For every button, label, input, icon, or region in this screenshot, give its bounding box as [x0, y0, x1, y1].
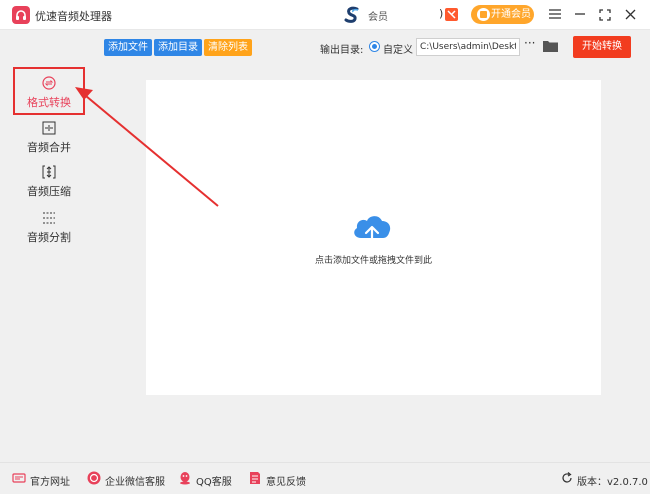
sidebar-item-label: 音频分割	[27, 231, 71, 244]
open-vip-label: 开通会员	[491, 9, 531, 20]
sidebar-item-label: 音频压缩	[27, 185, 71, 198]
sidebar-item-audio-split[interactable]: 音频分割	[0, 211, 98, 253]
file-drop-area[interactable]: 点击添加文件或拖拽文件到此	[146, 80, 601, 395]
website-icon	[12, 473, 26, 483]
feedback-link[interactable]: 意见反馈	[266, 473, 306, 488]
vip-icon	[477, 8, 490, 21]
add-file-button[interactable]: 添加文件	[104, 39, 152, 56]
start-convert-button[interactable]: 开始转换	[573, 36, 631, 58]
custom-radio-label: 自定义	[383, 45, 413, 56]
minimize-button[interactable]	[570, 5, 590, 25]
browse-more-button[interactable]: ···	[524, 36, 535, 50]
sidebar-item-label: 音频合并	[27, 141, 71, 154]
open-vip-button[interactable]: 开通会员	[471, 5, 534, 24]
audio-merge-icon	[42, 121, 56, 135]
feedback-icon	[250, 472, 260, 484]
wechat-icon	[87, 471, 101, 485]
member-label: 会员	[368, 12, 388, 23]
format-convert-icon	[42, 76, 56, 90]
output-path-field[interactable]	[416, 38, 520, 56]
wechat-support-link[interactable]: 企业微信客服	[105, 473, 165, 488]
version-label: 版本：v2.0.7.0	[577, 477, 648, 488]
custom-radio[interactable]	[369, 41, 380, 52]
sidebar-item-audio-merge[interactable]: 音频合并	[0, 121, 98, 163]
hamburger-menu-icon	[549, 9, 561, 19]
sidebar-item-format-convert[interactable]: 格式转换	[0, 76, 98, 118]
close-icon	[625, 9, 635, 20]
drop-hint-text: 点击添加文件或拖拽文件到此	[314, 256, 432, 266]
qq-icon	[180, 472, 190, 485]
maximize-icon	[599, 9, 611, 21]
audio-compress-icon	[42, 165, 56, 179]
member-paren: )	[439, 7, 444, 20]
sidebar-item-audio-compress[interactable]: 音频压缩	[0, 165, 98, 207]
refresh-icon[interactable]	[561, 472, 573, 484]
member-logo-icon	[344, 6, 359, 23]
maximize-button[interactable]	[595, 5, 615, 25]
cloud-upload-icon	[354, 216, 391, 248]
minimize-icon	[575, 13, 585, 15]
title-bar: 优速音频处理器 会员 ) 开通会员	[0, 0, 650, 30]
website-link[interactable]: 官方网址	[30, 473, 70, 488]
app-title: 优速音频处理器	[35, 10, 112, 23]
add-folder-button[interactable]: 添加目录	[154, 39, 202, 56]
output-dir-label: 输出目录:	[320, 45, 364, 56]
audio-split-icon	[43, 212, 55, 224]
qq-support-link[interactable]: QQ客服	[196, 473, 232, 488]
clear-list-button[interactable]: 清除列表	[204, 39, 252, 56]
close-button[interactable]	[620, 5, 640, 25]
status-bar: 官方网址 企业微信客服 QQ客服 意见反馈 版本：v2.0.7.0	[0, 462, 650, 494]
member-flag-icon[interactable]	[445, 8, 458, 21]
app-logo-icon	[12, 6, 30, 24]
menu-button[interactable]	[545, 5, 565, 25]
sidebar-item-label: 格式转换	[27, 96, 71, 109]
folder-icon[interactable]	[543, 40, 558, 52]
